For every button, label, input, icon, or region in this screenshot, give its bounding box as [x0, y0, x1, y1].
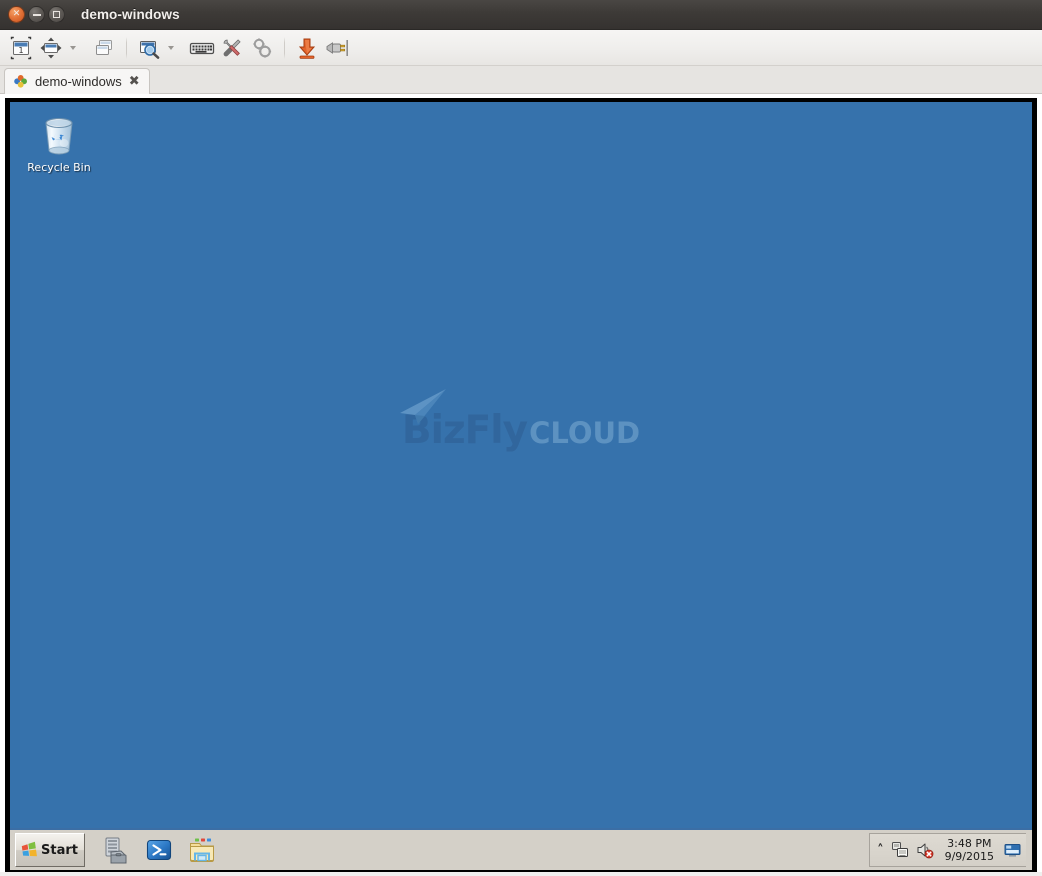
tray-overflow-button[interactable]: ˄ — [877, 844, 884, 857]
watermark-brand-primary: BizFly — [401, 408, 528, 453]
desktop-icon-recycle-bin[interactable]: Recycle Bin — [22, 112, 96, 174]
show-desktop-icon — [1004, 843, 1020, 857]
chevron-down-icon — [70, 45, 76, 50]
remote-desktop-frame: Recycle Bin BizFly CLOUD Start ˄ 3:48 PM… — [5, 98, 1037, 874]
windows-taskbar: Start ˄ 3:48 PM 9/9/2015 — [10, 828, 1032, 870]
toolbar-separator-1 — [126, 36, 127, 59]
remote-desktop-viewport: Recycle Bin BizFly CLOUD Start ˄ 3:48 PM… — [0, 94, 1042, 876]
desktop-watermark: BizFly CLOUD — [10, 389, 1032, 453]
tab-close-icon[interactable]: ✖ — [129, 75, 140, 88]
scaler-button[interactable] — [134, 33, 164, 63]
maximize-button[interactable] — [48, 6, 65, 23]
scaled-window-button[interactable]: 1 — [6, 33, 36, 63]
multi-monitor-button[interactable] — [89, 33, 119, 63]
taskbar-item-server-manager[interactable] — [99, 833, 133, 867]
volume-muted-icon[interactable] — [916, 841, 934, 859]
taskbar-item-powershell[interactable] — [142, 833, 176, 867]
session-tabbar: demo-windows ✖ — [0, 66, 1042, 94]
desktop-icon-label: Recycle Bin — [27, 161, 91, 174]
preferences-button[interactable] — [217, 33, 247, 63]
chevron-down-icon — [168, 45, 174, 50]
svg-text:1: 1 — [18, 46, 23, 55]
server-manager-icon — [105, 837, 127, 864]
fullscreen-icon — [40, 37, 62, 58]
network-icon[interactable] — [891, 841, 909, 859]
keyboard-grab-button[interactable] — [187, 33, 217, 63]
preferences-icon — [223, 38, 241, 56]
window-bottom-strip — [0, 872, 1042, 876]
start-button[interactable]: Start — [15, 833, 85, 867]
tray-date: 9/9/2015 — [944, 850, 994, 863]
system-tray: ˄ 3:48 PM 9/9/2015 — [869, 833, 1026, 867]
scale-zoom-icon — [140, 40, 160, 59]
tab-demo-windows[interactable]: demo-windows ✖ — [4, 68, 150, 94]
scaler-dropdown-button[interactable] — [164, 34, 178, 62]
paper-plane-icon — [400, 389, 447, 424]
watermark-brand-secondary: CLOUD — [529, 416, 641, 450]
fullscreen-button[interactable] — [36, 33, 66, 63]
disconnect-button[interactable] — [322, 33, 352, 63]
multi-monitor-icon — [96, 39, 112, 55]
recycle-bin-icon — [45, 118, 73, 155]
tab-label: demo-windows — [35, 74, 122, 89]
windows-logo-icon — [21, 841, 37, 857]
remote-toolbar: 1 — [0, 30, 1042, 66]
quick-launch-bar — [99, 833, 219, 867]
fullscreen-dropdown-button[interactable] — [66, 34, 80, 62]
start-label: Start — [41, 842, 78, 858]
close-button[interactable]: ✕ — [8, 6, 25, 23]
remmina-tab-icon — [14, 75, 27, 88]
minimize-arrow-icon — [298, 38, 316, 59]
tray-time: 3:48 PM — [947, 837, 992, 850]
minimize-button[interactable] — [28, 6, 45, 23]
keyboard-grab-icon — [189, 42, 215, 54]
disconnect-plug-icon — [326, 39, 348, 56]
file-explorer-icon — [189, 838, 214, 862]
scaled-window-icon: 1 — [10, 36, 32, 59]
minimize-window-button[interactable] — [292, 33, 322, 63]
tray-clock[interactable]: 3:48 PM 9/9/2015 — [945, 837, 994, 863]
taskbar-item-file-explorer[interactable] — [185, 833, 219, 867]
window-controls: ✕ — [8, 6, 65, 23]
window-title: demo-windows — [81, 7, 180, 22]
tools-button[interactable] — [247, 33, 277, 63]
minimize-icon — [32, 13, 41, 16]
close-icon: ✕ — [12, 9, 21, 19]
windows-desktop[interactable]: Recycle Bin BizFly CLOUD Start ˄ 3:48 PM… — [10, 102, 1032, 870]
maximize-icon — [53, 11, 60, 18]
tools-gears-icon — [253, 37, 272, 58]
toolbar-separator-2 — [284, 36, 285, 59]
window-titlebar[interactable]: ✕ demo-windows — [0, 0, 1042, 30]
powershell-icon — [146, 839, 172, 861]
show-desktop-button[interactable] — [1003, 839, 1021, 861]
